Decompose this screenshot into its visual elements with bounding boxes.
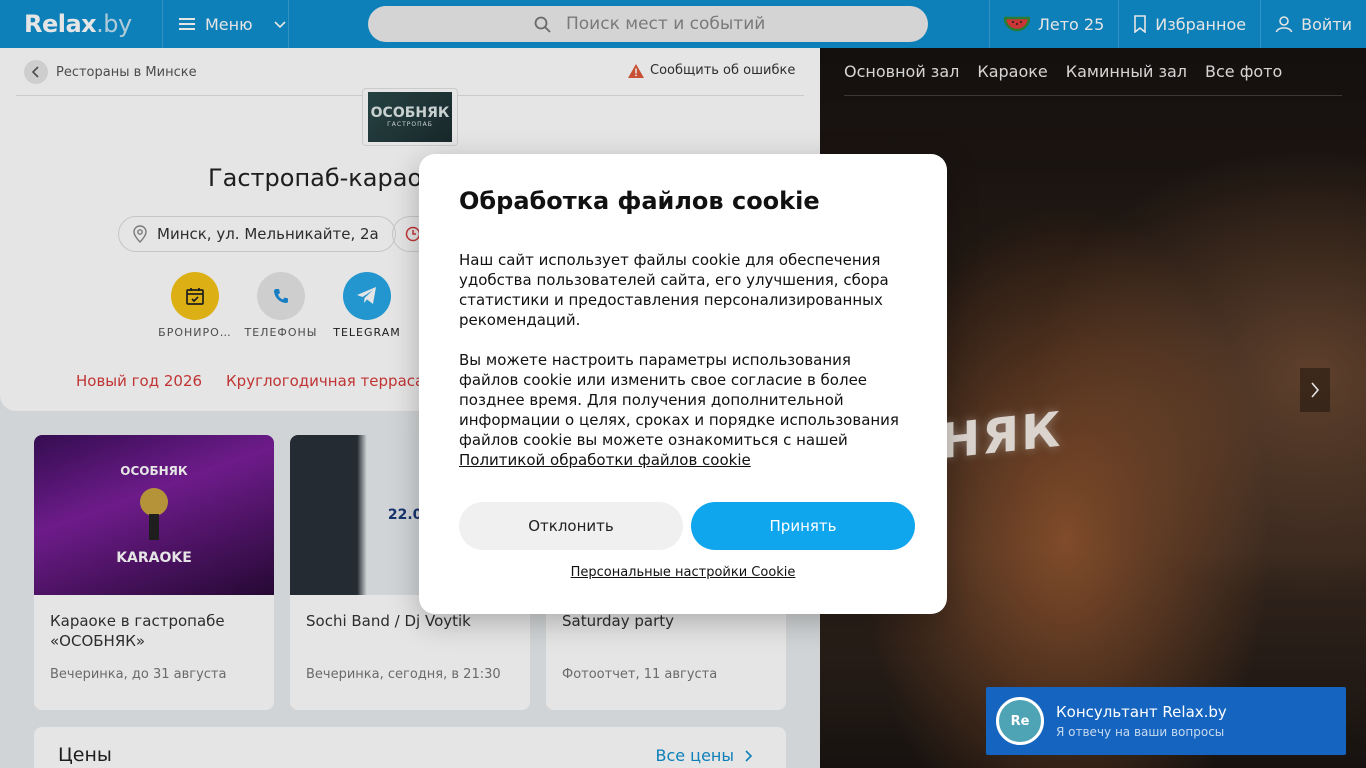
report-error-link[interactable]: Сообщить об ошибке xyxy=(628,63,795,78)
cookie-modal: Обработка файлов cookie Наш сайт использ… xyxy=(419,154,947,614)
event-subtitle: Вечеринка, сегодня, в 21:30 xyxy=(306,667,501,682)
menu-label: Меню xyxy=(205,14,253,34)
login-label: Войти xyxy=(1301,14,1352,34)
prices-title: Цены xyxy=(58,744,112,766)
booking-label: БРОНИРО… xyxy=(158,326,232,339)
favorites-button[interactable]: Избранное xyxy=(1118,0,1260,48)
venue-logo-main: ОСОБНЯК xyxy=(370,105,450,121)
telegram-circle xyxy=(343,272,391,320)
site-logo[interactable]: Relax .by xyxy=(0,0,163,48)
event-image: ОСОБНЯК KARAOKE xyxy=(34,435,274,595)
search-icon xyxy=(534,16,551,33)
event-card[interactable]: ОСОБНЯК KARAOKE Караоке в гастропабе «ОС… xyxy=(34,435,274,710)
decline-button[interactable]: Отклонить xyxy=(459,502,683,550)
chevron-right-icon xyxy=(1311,382,1320,398)
event-subtitle: Вечеринка, до 31 августа xyxy=(50,667,227,682)
hamburger-icon xyxy=(179,18,195,30)
event-image-text: KARAOKE xyxy=(116,550,192,566)
tag-new-year[interactable]: Новый год 2026 xyxy=(76,372,202,390)
booking-circle xyxy=(171,272,219,320)
address-chip[interactable]: Минск, ул. Мельникайте, 2а xyxy=(118,216,396,252)
chevron-down-icon xyxy=(274,21,286,29)
cookie-paragraph-1: Наш сайт использует файлы cookie для обе… xyxy=(459,251,889,329)
breadcrumb[interactable]: Рестораны в Минске xyxy=(24,60,197,84)
summer-label: Лето 25 xyxy=(1037,14,1105,34)
favorites-label: Избранное xyxy=(1155,14,1247,34)
booking-action[interactable]: БРОНИРО… xyxy=(157,272,233,339)
event-image-logo: ОСОБНЯК xyxy=(120,464,188,478)
watermelon-icon xyxy=(1003,16,1030,32)
login-button[interactable]: Войти xyxy=(1260,0,1366,48)
logo-suffix: .by xyxy=(96,10,132,38)
all-prices-link[interactable]: Все цены xyxy=(655,746,752,765)
venue-title: Гастропаб-карао xyxy=(208,164,423,192)
summer-button[interactable]: Лето 25 xyxy=(988,0,1118,48)
venue-logo: ОСОБНЯК ГАСТРОПАБ xyxy=(362,88,458,146)
bookmark-icon xyxy=(1134,15,1147,33)
phones-circle xyxy=(257,272,305,320)
phones-action[interactable]: ТЕЛЕФОНЫ xyxy=(243,272,319,339)
tab-all-photos[interactable]: Все фото xyxy=(1205,62,1282,81)
consultant-widget[interactable]: Re Консультант Relax.by Я отвечу на ваши… xyxy=(986,687,1346,755)
gallery-tabs-divider xyxy=(844,95,1342,96)
phone-icon xyxy=(274,289,288,303)
search-placeholder: Поиск мест и событий xyxy=(566,14,766,34)
tag-list: Новый год 2026 Круглогодичная терраса xyxy=(76,372,424,390)
phones-label: ТЕЛЕФОНЫ xyxy=(244,326,318,339)
telegram-label: TELEGRAM xyxy=(333,326,401,339)
cookie-paragraph-2: Вы можете настроить параметры использова… xyxy=(459,350,909,470)
consultant-subtitle: Я отвечу на ваши вопросы xyxy=(1056,725,1225,739)
cookie-paragraph-2-text: Вы можете настроить параметры использова… xyxy=(459,351,899,449)
address-text: Минск, ул. Мельникайте, 2а xyxy=(157,225,379,243)
report-error-label: Сообщить об ошибке xyxy=(650,63,796,78)
cookie-settings-link[interactable]: Персональные настройки Cookie xyxy=(419,565,947,580)
event-title: Караоке в гастропабе «ОСОБНЯК» xyxy=(50,612,225,650)
site-header: Relax .by Меню Поиск мест и событий Лето … xyxy=(0,0,1366,48)
tag-terrace[interactable]: Круглогодичная терраса xyxy=(226,372,424,390)
breadcrumb-link[interactable]: Рестораны в Минске xyxy=(56,65,197,80)
map-pin-icon xyxy=(133,225,147,243)
gallery-tabs: Основной зал Караоке Каминный зал Все фо… xyxy=(844,62,1282,81)
chevron-right-icon xyxy=(745,749,752,762)
accept-button[interactable]: Принять xyxy=(691,502,915,550)
user-icon xyxy=(1275,16,1293,33)
search-input[interactable]: Поиск мест и событий xyxy=(368,6,928,42)
event-subtitle: Фотоотчет, 11 августа xyxy=(562,667,718,682)
consultant-name: Консультант Relax.by xyxy=(1056,703,1227,721)
all-prices-label: Все цены xyxy=(655,746,734,765)
logo-main: Relax xyxy=(24,10,97,38)
telegram-action[interactable]: TELEGRAM xyxy=(329,272,405,339)
calendar-icon xyxy=(186,288,204,305)
chevron-left-icon xyxy=(31,66,39,78)
microphone-icon xyxy=(140,488,168,540)
consultant-avatar: Re xyxy=(996,697,1044,745)
tab-fireplace-hall[interactable]: Каминный зал xyxy=(1066,62,1187,81)
back-button[interactable] xyxy=(24,60,48,84)
tab-main-hall[interactable]: Основной зал xyxy=(844,62,959,81)
gallery-next-button[interactable] xyxy=(1300,368,1330,412)
cookie-policy-link[interactable]: Политикой обработки файлов cookie xyxy=(459,451,751,469)
telegram-icon xyxy=(357,287,376,304)
menu-button[interactable]: Меню xyxy=(163,0,289,48)
cookie-modal-title: Обработка файлов cookie xyxy=(459,187,820,215)
prices-section: Цены Все цены xyxy=(34,727,786,768)
venue-logo-sub: ГАСТРОПАБ xyxy=(387,121,433,128)
warning-icon xyxy=(628,63,644,78)
tab-karaoke[interactable]: Караоке xyxy=(977,62,1047,81)
